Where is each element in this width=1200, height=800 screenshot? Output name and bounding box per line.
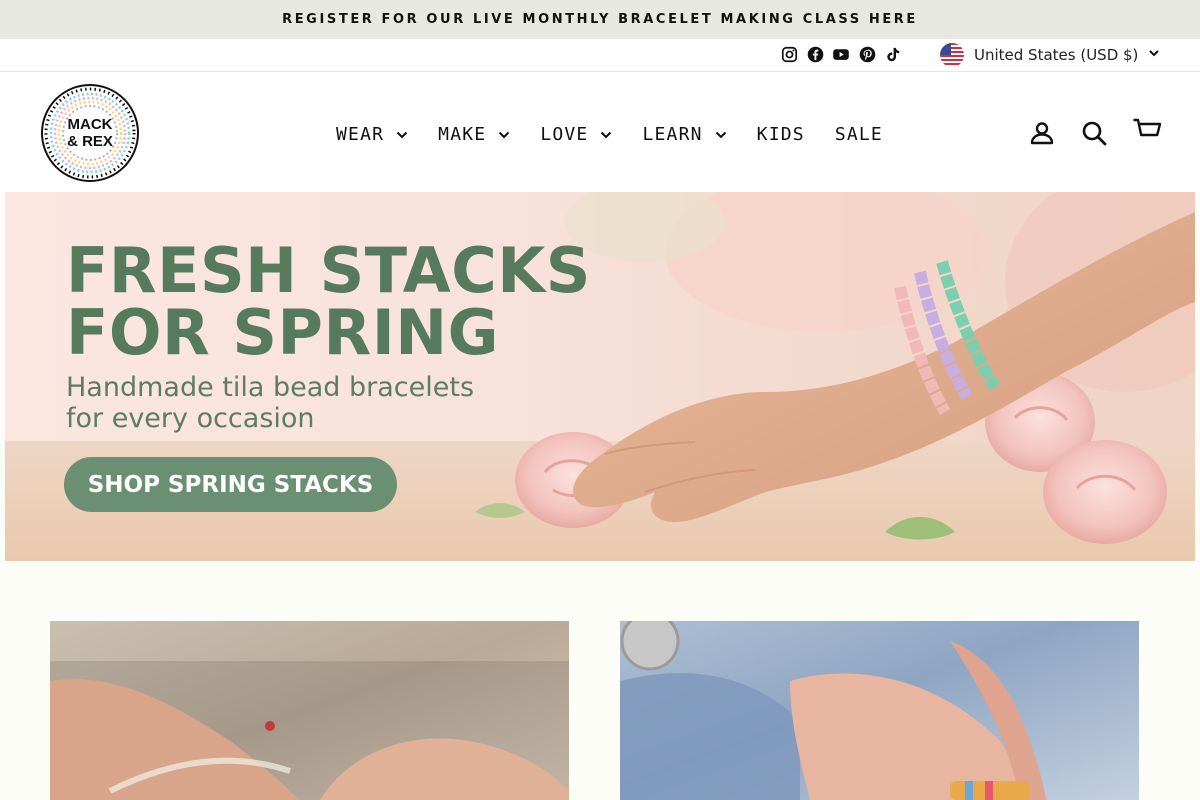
facebook-icon[interactable] (806, 45, 824, 63)
account-icon[interactable] (1028, 119, 1056, 147)
chevron-down-icon (396, 131, 408, 138)
main-nav: WEAR MAKE LOVE LEARN KIDS SALE (336, 124, 913, 145)
announcement-bar: REGISTER FOR OUR LIVE MONTHLY BRACELET M… (0, 0, 1200, 39)
card-image-hands (50, 661, 569, 800)
nav-item-label: LEARN (642, 124, 703, 145)
logo-line2: & REX (67, 133, 113, 150)
nav-item-label: SALE (834, 124, 883, 145)
feature-card-love[interactable] (620, 621, 1139, 800)
instagram-icon[interactable] (780, 45, 798, 63)
site-header: MACK & REX WEAR MAKE LOVE LEARN KIDS SAL… (0, 72, 1200, 192)
search-icon[interactable] (1080, 119, 1108, 147)
hero-title-line2: FOR SPRING (66, 296, 500, 369)
hero-subtitle-line1: Handmade tila bead bracelets (66, 372, 475, 403)
rose-flower-icon (1043, 440, 1167, 544)
announcement-link[interactable]: REGISTER FOR OUR LIVE MONTHLY BRACELET M… (282, 12, 918, 27)
nav-item-label: WEAR (336, 124, 385, 145)
chevron-down-icon (1148, 46, 1160, 64)
nav-item-learn[interactable]: LEARN (642, 124, 726, 145)
hero-banner[interactable]: FRESH STACKS FOR SPRING Handmade tila be… (5, 192, 1195, 561)
hero-subtitle-line2: for every occasion (66, 403, 315, 434)
logo-line1: MACK (68, 116, 113, 133)
nav-item-make[interactable]: MAKE (438, 124, 510, 145)
currency-selector[interactable]: United States (USD $) (940, 43, 1160, 67)
social-links (780, 45, 902, 63)
us-flag-icon (940, 43, 964, 67)
nav-item-label: MAKE (438, 124, 487, 145)
nav-item-label: KIDS (756, 124, 805, 145)
nav-item-kids[interactable]: KIDS (757, 124, 805, 145)
youtube-icon[interactable] (832, 45, 850, 63)
cart-icon[interactable] (1132, 117, 1162, 145)
nav-item-wear[interactable]: WEAR (336, 124, 408, 145)
tiktok-icon[interactable] (884, 45, 902, 63)
card-image-denim (620, 621, 1046, 800)
site-logo[interactable]: MACK & REX (40, 83, 140, 183)
feature-card-make[interactable] (50, 621, 569, 800)
hero-subtitle: Handmade tila bead bracelets for every o… (66, 372, 566, 434)
currency-label: United States (USD $) (974, 46, 1139, 64)
nav-item-label: LOVE (540, 124, 589, 145)
nav-item-love[interactable]: LOVE (540, 124, 612, 145)
chevron-down-icon (601, 131, 612, 138)
shop-spring-stacks-button[interactable]: SHOP SPRING STACKS (64, 457, 397, 512)
pinterest-icon[interactable] (858, 45, 876, 63)
chevron-down-icon (715, 131, 726, 138)
hero-title: FRESH STACKS FOR SPRING (66, 240, 626, 364)
nav-item-sale[interactable]: SALE (835, 124, 883, 145)
utility-bar: United States (USD $) (0, 39, 1200, 72)
chevron-down-icon (499, 131, 510, 138)
